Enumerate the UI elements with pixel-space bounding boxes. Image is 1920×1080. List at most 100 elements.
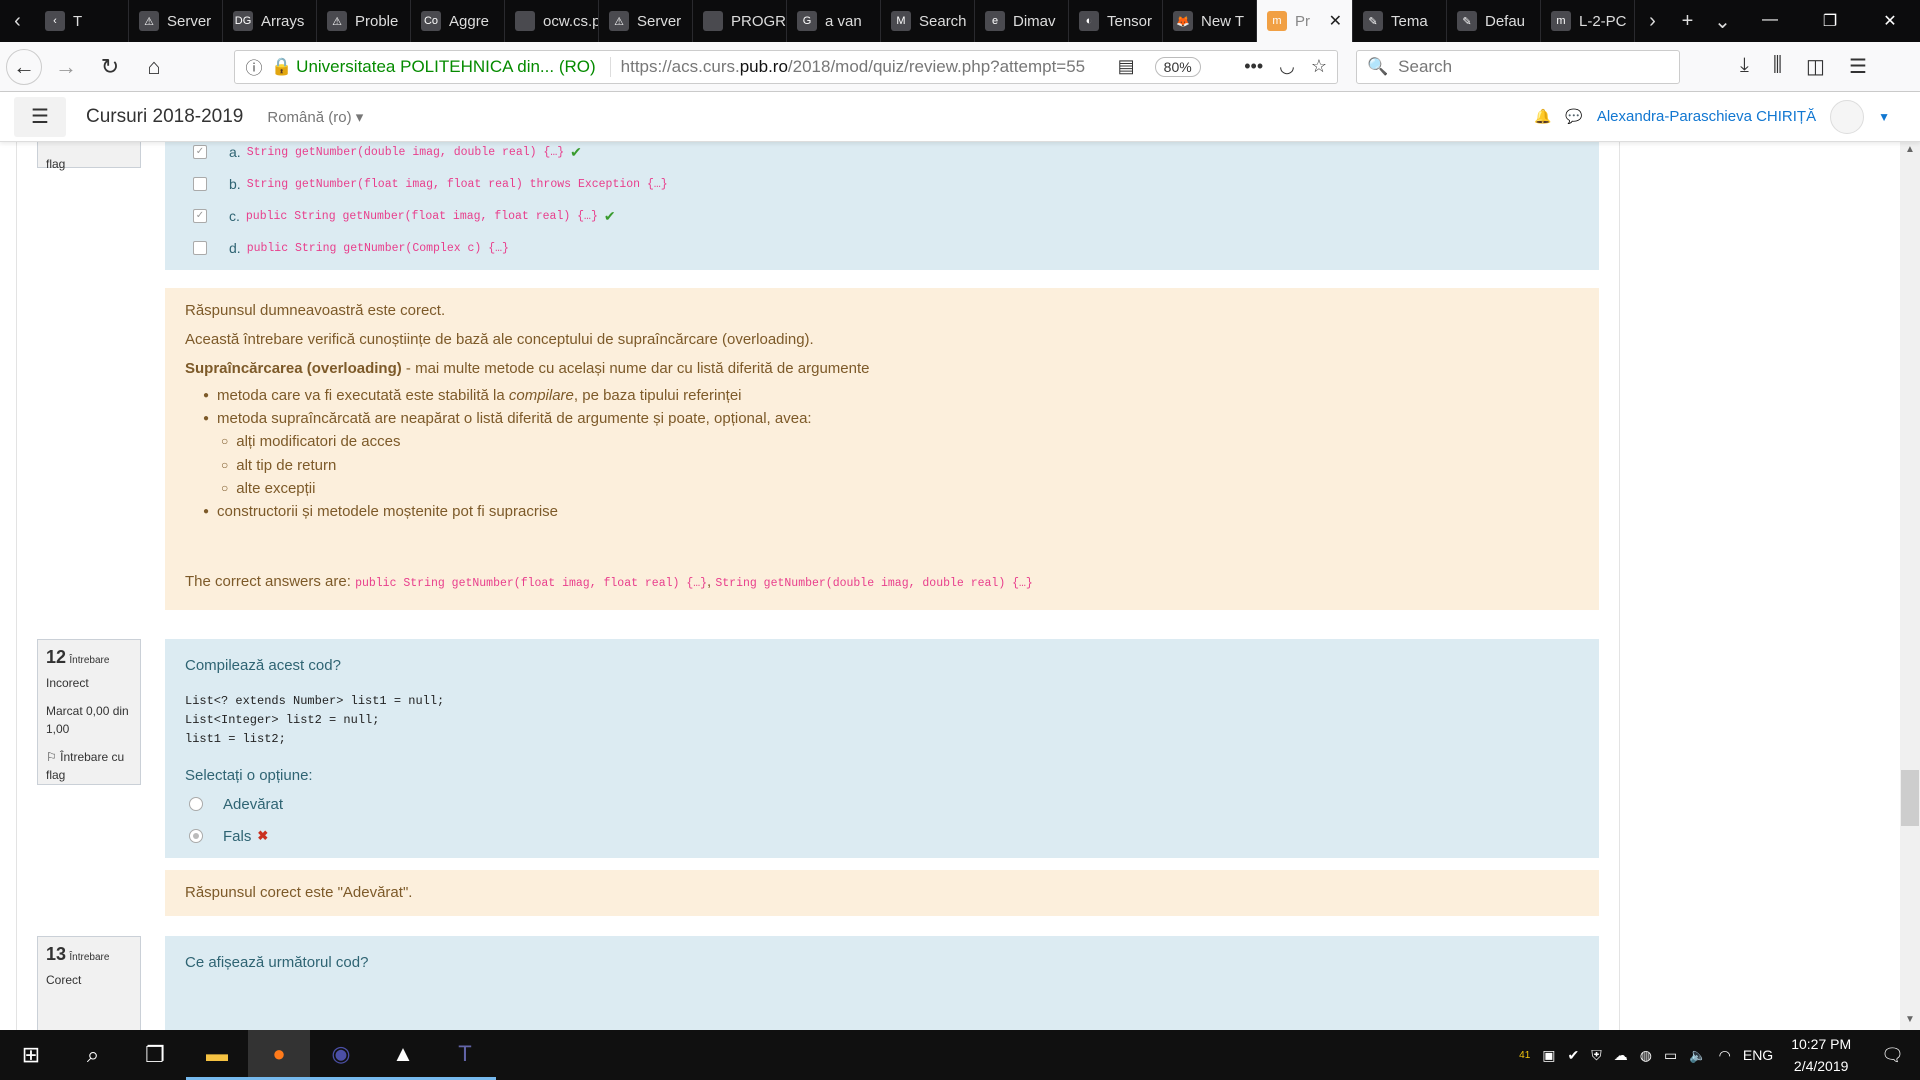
answer-checkbox[interactable] — [193, 177, 207, 191]
tab-favicon-icon: ⚠ — [327, 11, 347, 31]
restore-icon[interactable]: ❐ — [1800, 11, 1860, 31]
flag-label[interactable]: flag — [46, 155, 132, 173]
close-window-icon[interactable]: ✕ — [1860, 11, 1920, 31]
sidebar-icon[interactable]: ◫ — [1806, 54, 1825, 79]
user-menu[interactable]: Alexandra-Paraschieva CHIRIȚĂ — [1597, 108, 1816, 125]
task-view-icon[interactable]: ❐ — [124, 1030, 186, 1080]
search-input[interactable]: 🔍 Search — [1356, 49, 1680, 84]
close-tab-icon[interactable]: ✕ — [1329, 11, 1342, 31]
browser-tab[interactable]: M Search — [881, 0, 975, 42]
tab-label: Dimav — [1013, 12, 1056, 30]
browser-tab[interactable]: m Pr ✕ — [1257, 0, 1353, 42]
reader-view-icon[interactable]: ▤ — [1118, 56, 1135, 77]
option-letter: a. — [229, 144, 241, 160]
answer-checkbox[interactable]: ✓ — [193, 209, 207, 223]
incorrect-cross-icon: ✖ — [257, 828, 269, 843]
language-menu[interactable]: Română (ro) ▾ — [267, 108, 363, 126]
site-identity[interactable]: Universitatea POLITEHNICA din... (RO) — [296, 57, 595, 77]
battery-icon[interactable]: ▭ — [1664, 1047, 1677, 1064]
new-tab-icon[interactable]: + — [1670, 10, 1705, 33]
browser-tab[interactable]: Co Aggre — [411, 0, 505, 42]
eclipse-icon[interactable]: ◉ — [310, 1030, 372, 1080]
browser-tab[interactable]: ✎ Defau — [1447, 0, 1541, 42]
browser-tab[interactable]: ⚠ Proble — [317, 0, 411, 42]
browser-tab[interactable]: Ga van — [787, 0, 881, 42]
download-icon[interactable]: ⤓ — [1740, 54, 1749, 79]
code-line: List<Integer> list2 = null; — [185, 713, 380, 727]
scroll-down-icon[interactable]: ▼ — [1900, 1014, 1920, 1025]
tab-list-icon[interactable]: ⌄ — [1705, 9, 1740, 34]
home-icon[interactable]: ⌂ — [134, 47, 174, 87]
tabs-scroll-left-icon[interactable]: ‹ — [0, 10, 35, 33]
onedrive-icon[interactable]: ☁ — [1614, 1047, 1628, 1064]
browser-tab[interactable]: ✎ Tema — [1353, 0, 1447, 42]
input-language[interactable]: ENG — [1743, 1047, 1773, 1063]
browser-tab[interactable]: ◐ Tensor — [1069, 0, 1163, 42]
scroll-up-icon[interactable]: ▲ — [1900, 144, 1920, 155]
page-scrollbar[interactable]: ▲ ▼ — [1900, 142, 1920, 1030]
flag-question[interactable]: ⚐ Întrebare cu flag — [46, 748, 132, 784]
browser-tab[interactable]: ⚠ Server — [129, 0, 223, 42]
search-taskbar-icon[interactable]: ⌕ — [62, 1030, 124, 1080]
library-icon[interactable]: ⫼ — [1773, 54, 1782, 79]
user-menu-caret-icon[interactable]: ▼ — [1878, 110, 1890, 124]
firefox-icon[interactable]: ● — [248, 1030, 310, 1080]
browser-tab[interactable]: 🦊 New T — [1163, 0, 1257, 42]
option-code: public String getNumber(Complex c) {…} — [246, 241, 509, 255]
notifications-bell-icon[interactable]: 🔔 — [1534, 108, 1551, 125]
clock[interactable]: 10:27 PM 2/4/2019 — [1791, 1033, 1851, 1077]
tab-label: T — [73, 12, 83, 30]
browser-tab[interactable]: ‹ T — [35, 0, 129, 42]
network-drive-icon[interactable]: ⛨ — [1591, 1047, 1602, 1064]
tab-label: ocw.cs.pub — [543, 12, 598, 30]
notification-center-icon[interactable]: 🗨 — [1881, 1045, 1904, 1066]
nav-drawer-toggle-icon[interactable]: ☰ — [14, 96, 66, 137]
security-tray-icon[interactable]: ✔ — [1568, 1047, 1580, 1064]
browser-tab[interactable]: e Dimav — [975, 0, 1069, 42]
answer-option: ✓ c. public String getNumber(float imag, f… — [185, 200, 1579, 232]
volume-icon[interactable]: 🔈 — [1689, 1047, 1706, 1064]
answer-checkbox[interactable] — [193, 241, 207, 255]
menu-icon[interactable]: ☰ — [1849, 54, 1867, 79]
browser-tab[interactable]: ⚠ Server — [599, 0, 693, 42]
tab-favicon-icon — [703, 11, 723, 31]
browser-tab[interactable]: PROGRAM — [693, 0, 787, 42]
tab-favicon-icon: m — [1551, 11, 1571, 31]
question-number: 12 Întrebare — [46, 647, 110, 667]
tab-favicon-icon: ‹ — [45, 11, 65, 31]
tab-favicon-icon: ✎ — [1363, 11, 1383, 31]
answer-checkbox[interactable]: ✓ — [193, 145, 207, 159]
reload-icon[interactable]: ↻ — [90, 47, 130, 87]
forward-icon[interactable]: → — [46, 47, 86, 87]
back-icon[interactable]: ← — [6, 48, 42, 85]
answer-radio[interactable] — [189, 829, 203, 843]
site-info-icon[interactable]: ⓘ — [241, 54, 267, 79]
pocket-icon[interactable]: ◡ — [1279, 56, 1295, 77]
answer-radio[interactable] — [189, 797, 203, 811]
feedback-result: Răspunsul dumneavoastră este corect. — [185, 302, 446, 319]
messages-icon[interactable]: 💬 — [1565, 108, 1582, 125]
bookmark-star-icon[interactable]: ☆ — [1311, 56, 1327, 77]
tabs-scroll-right-icon[interactable]: › — [1635, 10, 1670, 33]
toolbar-right: ⤓ ⫼ ◫ ☰ — [1740, 54, 1867, 79]
site-name[interactable]: Cursuri 2018-2019 — [86, 106, 243, 128]
minimize-icon[interactable]: — — [1740, 11, 1800, 31]
url-text[interactable]: https://acs.curs.pub.ro/2018/mod/quiz/re… — [609, 56, 1110, 77]
wifi-icon[interactable]: ◠ — [1719, 1047, 1731, 1064]
question-formulation-q13: Ce afișează următorul cod? — [165, 936, 1599, 1030]
teams-icon[interactable]: T — [434, 1030, 496, 1080]
avatar[interactable] — [1830, 99, 1865, 134]
windows-start-icon[interactable]: ⊞ — [0, 1030, 62, 1080]
zoom-indicator[interactable]: 80% — [1154, 56, 1201, 77]
file-explorer-icon[interactable]: ▬ — [186, 1030, 248, 1080]
page-actions-icon[interactable]: ••• — [1244, 56, 1263, 77]
browser-tab[interactable]: m L-2-PC — [1541, 0, 1635, 42]
option-letter: d. — [229, 240, 241, 256]
browser-tab[interactable]: DG Arrays — [223, 0, 317, 42]
cloud-sync-icon[interactable]: ◍ — [1640, 1047, 1652, 1064]
teams-tray-icon[interactable]: ▣ — [1542, 1047, 1555, 1064]
scrollbar-thumb[interactable] — [1901, 770, 1919, 826]
url-bar[interactable]: ⓘ 🔒 Universitatea POLITEHNICA din... (RO… — [234, 49, 1338, 84]
photos-icon[interactable]: ▲ — [372, 1030, 434, 1080]
browser-tab[interactable]: ocw.cs.pub — [505, 0, 599, 42]
